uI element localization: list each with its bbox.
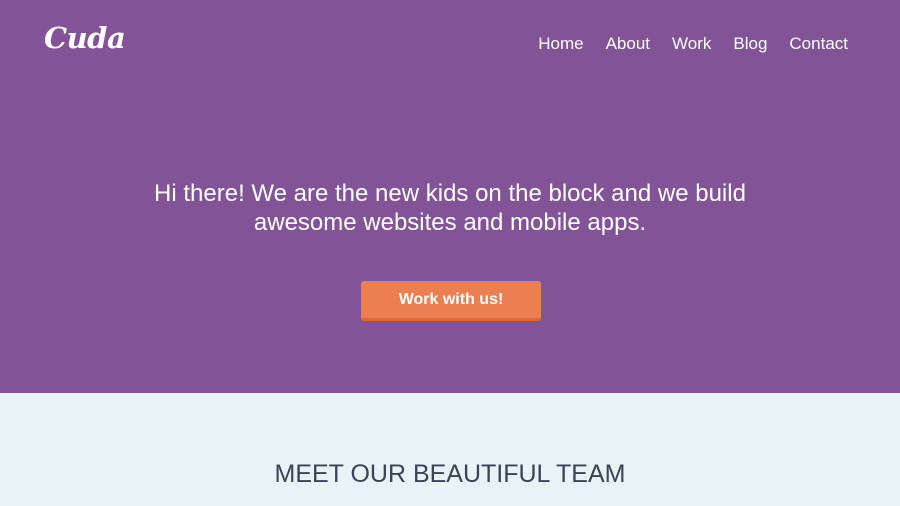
main-nav: Home About Work Blog Contact	[538, 34, 848, 54]
work-with-us-button[interactable]: Work with us!	[361, 281, 541, 321]
hero-headline: Hi there! We are the new kids on the blo…	[0, 179, 900, 237]
nav-contact-link[interactable]: Contact	[789, 34, 848, 54]
nav-blog-link[interactable]: Blog	[733, 34, 767, 54]
team-section-title: MEET OUR BEAUTIFUL TEAM	[274, 460, 626, 488]
nav-work-link[interactable]: Work	[672, 34, 711, 54]
hero-headline-line-1: Hi there! We are the new kids on the blo…	[154, 180, 746, 207]
nav-about-link[interactable]: About	[606, 34, 650, 54]
hero-headline-line-2: awesome websites and mobile apps.	[253, 209, 647, 236]
nav-home-link[interactable]: Home	[538, 34, 583, 54]
logo[interactable]: Cuda	[44, 24, 126, 53]
hero-section: Cuda Home About Work Blog Contact Hi the…	[0, 0, 900, 393]
team-section: MEET OUR BEAUTIFUL TEAM	[0, 393, 900, 506]
